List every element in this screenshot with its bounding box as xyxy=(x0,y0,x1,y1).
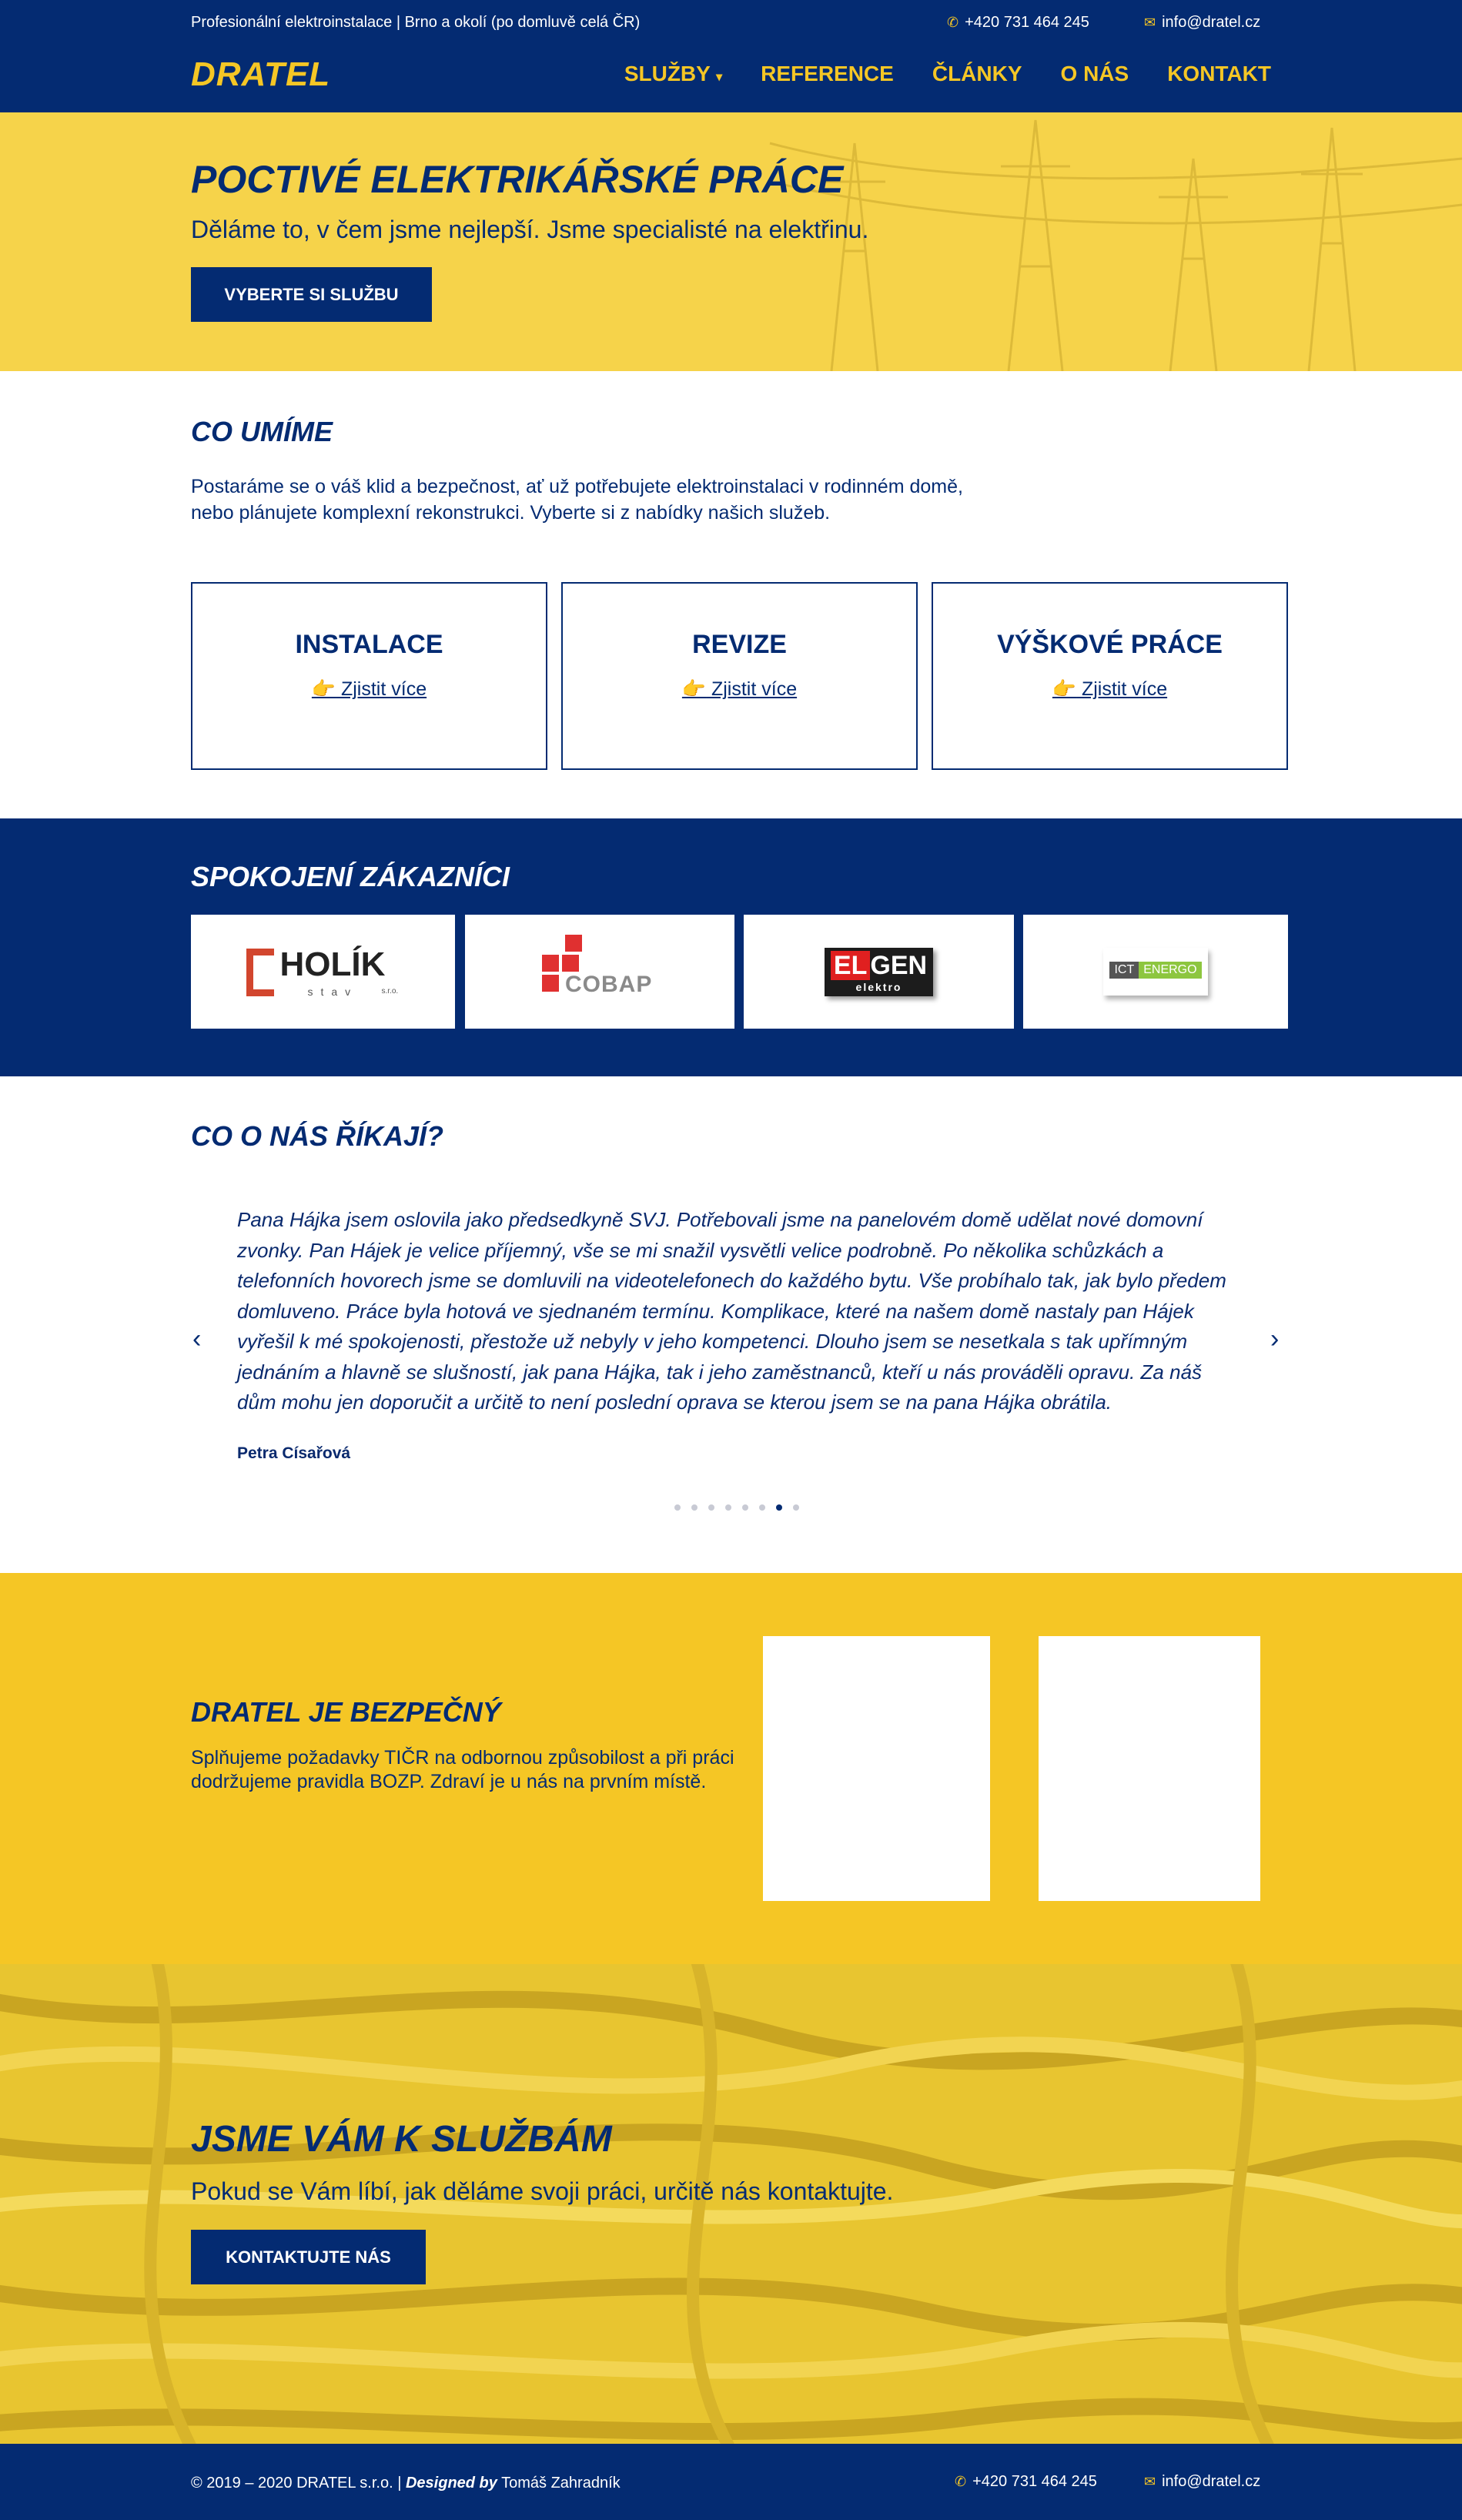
testimonials-title: CO O NÁS ŘÍKAJÍ? xyxy=(191,1120,444,1152)
testimonial-prev-button[interactable]: ‹ xyxy=(192,1324,201,1354)
choose-service-button[interactable]: VYBERTE SI SLUŽBU xyxy=(191,267,432,322)
phone-icon: ✆ xyxy=(947,15,959,30)
customer-logo-elgen: EL GEN elektro xyxy=(744,915,1014,1029)
ict-logo-ict: ICT xyxy=(1109,962,1139,979)
carousel-dot-active[interactable] xyxy=(776,1504,782,1511)
nav-label-sluzby: SLUŽBY xyxy=(624,62,711,85)
service-card-link-label: Zjistit více xyxy=(711,678,798,700)
designer-link[interactable]: Tomáš Zahradník xyxy=(501,2475,621,2492)
hero-subtitle: Děláme to, v čem jsme nejlepší. Jsme spe… xyxy=(191,216,869,243)
top-phone-text: +420 731 464 245 xyxy=(965,14,1089,31)
carousel-dot[interactable] xyxy=(793,1504,799,1511)
holik-logo-text: HOLÍK xyxy=(279,945,386,983)
cobap-logo-text: COBAP xyxy=(565,972,653,997)
hero-section: POCTIVÉ ELEKTRIKÁŘSKÉ PRÁCE Děláme to, v… xyxy=(0,112,1462,371)
footer-copyright: © 2019 – 2020 DRATEL s.r.o. | Designed b… xyxy=(191,2475,621,2492)
main-nav: SLUŽBY ▾ REFERENCE ČLÁNKY O NÁS KONTAKT xyxy=(624,62,1271,86)
nav-item-reference[interactable]: REFERENCE xyxy=(761,62,894,86)
footer: © 2019 – 2020 DRATEL s.r.o. | Designed b… xyxy=(0,2444,1462,2520)
service-card-instalace[interactable]: INSTALACE 👉 Zjistit více xyxy=(191,582,547,770)
certificate-image-2 xyxy=(1039,1636,1260,1901)
safety-text: Splňujeme požadavky TIČR na odbornou způ… xyxy=(191,1747,734,1792)
testimonial-next-button[interactable]: › xyxy=(1270,1324,1279,1354)
carousel-dot[interactable] xyxy=(742,1504,748,1511)
footer-phone-link[interactable]: ✆ +420 731 464 245 xyxy=(955,2473,1097,2491)
top-bar: Profesionální elektroinstalace | Brno a … xyxy=(0,0,1462,46)
pointing-hand-icon: 👉 xyxy=(311,678,336,700)
main-header: DRATEL SLUŽBY ▾ REFERENCE ČLÁNKY O NÁS K… xyxy=(0,46,1462,112)
caret-down-icon: ▾ xyxy=(716,71,723,84)
logo[interactable]: DRATEL xyxy=(191,55,330,94)
service-card-revize[interactable]: REVIZE 👉 Zjistit více xyxy=(561,582,918,770)
services-title: CO UMÍME xyxy=(191,416,333,447)
top-phone-link[interactable]: ✆ +420 731 464 245 xyxy=(947,14,1089,32)
contact-text: Pokud se Vám líbí, jak děláme svoji prác… xyxy=(191,2177,894,2205)
elgen-logo-el: EL xyxy=(830,950,871,980)
pointing-hand-icon: 👉 xyxy=(681,678,707,700)
ict-logo-energo: ENERGO xyxy=(1139,962,1202,979)
pointing-hand-icon: 👉 xyxy=(1052,678,1077,700)
nav-item-o-nas[interactable]: O NÁS xyxy=(1061,62,1129,86)
service-card-link[interactable]: 👉 Zjistit více xyxy=(1052,678,1167,701)
carousel-dot[interactable] xyxy=(759,1504,765,1511)
carousel-dot[interactable] xyxy=(708,1504,714,1511)
elgen-logo-sub: elektro xyxy=(855,980,902,993)
nav-item-clanky[interactable]: ČLÁNKY xyxy=(932,62,1022,86)
customers-title: SPOKOJENÍ ZÁKAZNÍCI xyxy=(191,861,510,892)
customer-logo-holik: HOLÍK stav s.r.o. xyxy=(191,915,455,1029)
tagline: Profesionální elektroinstalace | Brno a … xyxy=(191,14,641,31)
contact-us-button[interactable]: KONTAKTUJTE NÁS xyxy=(191,2230,426,2284)
certificate-image-1 xyxy=(763,1636,990,1901)
customer-logo-cobap: COBAP xyxy=(465,915,734,1029)
safety-section: DRATEL JE BEZPEČNÝ Splňujeme požadavky T… xyxy=(0,1573,1462,1964)
carousel-dot[interactable] xyxy=(725,1504,731,1511)
service-card-vyskove-prace[interactable]: VÝŠKOVÉ PRÁCE 👉 Zjistit více xyxy=(932,582,1288,770)
service-card-title: VÝŠKOVÉ PRÁCE xyxy=(997,630,1223,659)
testimonial-quote: Pana Hájka jsem oslovila jako předsedkyn… xyxy=(237,1208,1226,1414)
contact-title: JSME VÁM K SLUŽBÁM xyxy=(191,2119,612,2160)
footer-phone-text: +420 731 464 245 xyxy=(972,2473,1097,2490)
footer-email-text: info@dratel.cz xyxy=(1162,2473,1261,2490)
service-card-title: INSTALACE xyxy=(295,630,443,659)
safety-title: DRATEL JE BEZPEČNÝ xyxy=(191,1696,501,1728)
nav-item-sluzby[interactable]: SLUŽBY ▾ xyxy=(624,62,722,86)
footer-email-link[interactable]: ✉ info@dratel.cz xyxy=(1144,2473,1260,2491)
carousel-dot[interactable] xyxy=(691,1504,698,1511)
nav-item-kontakt[interactable]: KONTAKT xyxy=(1167,62,1271,86)
holik-logo-stav: stav xyxy=(307,986,359,998)
service-card-link-label: Zjistit více xyxy=(340,678,427,700)
service-card-link-label: Zjistit více xyxy=(1081,678,1168,700)
hero-title: POCTIVÉ ELEKTRIKÁŘSKÉ PRÁCE xyxy=(191,158,844,201)
phone-icon: ✆ xyxy=(955,2474,967,2489)
envelope-icon: ✉ xyxy=(1144,2474,1156,2489)
services-text-line1: Postaráme se o váš klid a bezpečnost, ať… xyxy=(191,476,963,497)
customer-logo-ict-energo: ICT ENERGO xyxy=(1023,915,1288,1029)
top-email-link[interactable]: ✉ info@dratel.cz xyxy=(1144,14,1260,32)
elgen-logo-gen: GEN xyxy=(870,950,928,980)
carousel-dot[interactable] xyxy=(674,1504,681,1511)
designed-by-label: Designed by xyxy=(405,2475,497,2492)
contact-section: JSME VÁM K SLUŽBÁM Pokud se Vám líbí, ja… xyxy=(0,1964,1462,2444)
service-card-link[interactable]: 👉 Zjistit více xyxy=(312,678,427,701)
carousel-dots xyxy=(674,1504,799,1511)
holik-logo-sro: s.r.o. xyxy=(381,987,399,996)
copyright-text: © 2019 – 2020 DRATEL s.r.o. | xyxy=(191,2475,402,2492)
service-card-title: REVIZE xyxy=(692,630,787,659)
testimonial-author: Petra Císařová xyxy=(237,1444,351,1462)
services-text-line2: nebo plánujete komplexní rekonstrukci. V… xyxy=(191,502,831,524)
service-card-link[interactable]: 👉 Zjistit více xyxy=(682,678,797,701)
envelope-icon: ✉ xyxy=(1144,15,1156,30)
top-email-text: info@dratel.cz xyxy=(1162,14,1261,31)
